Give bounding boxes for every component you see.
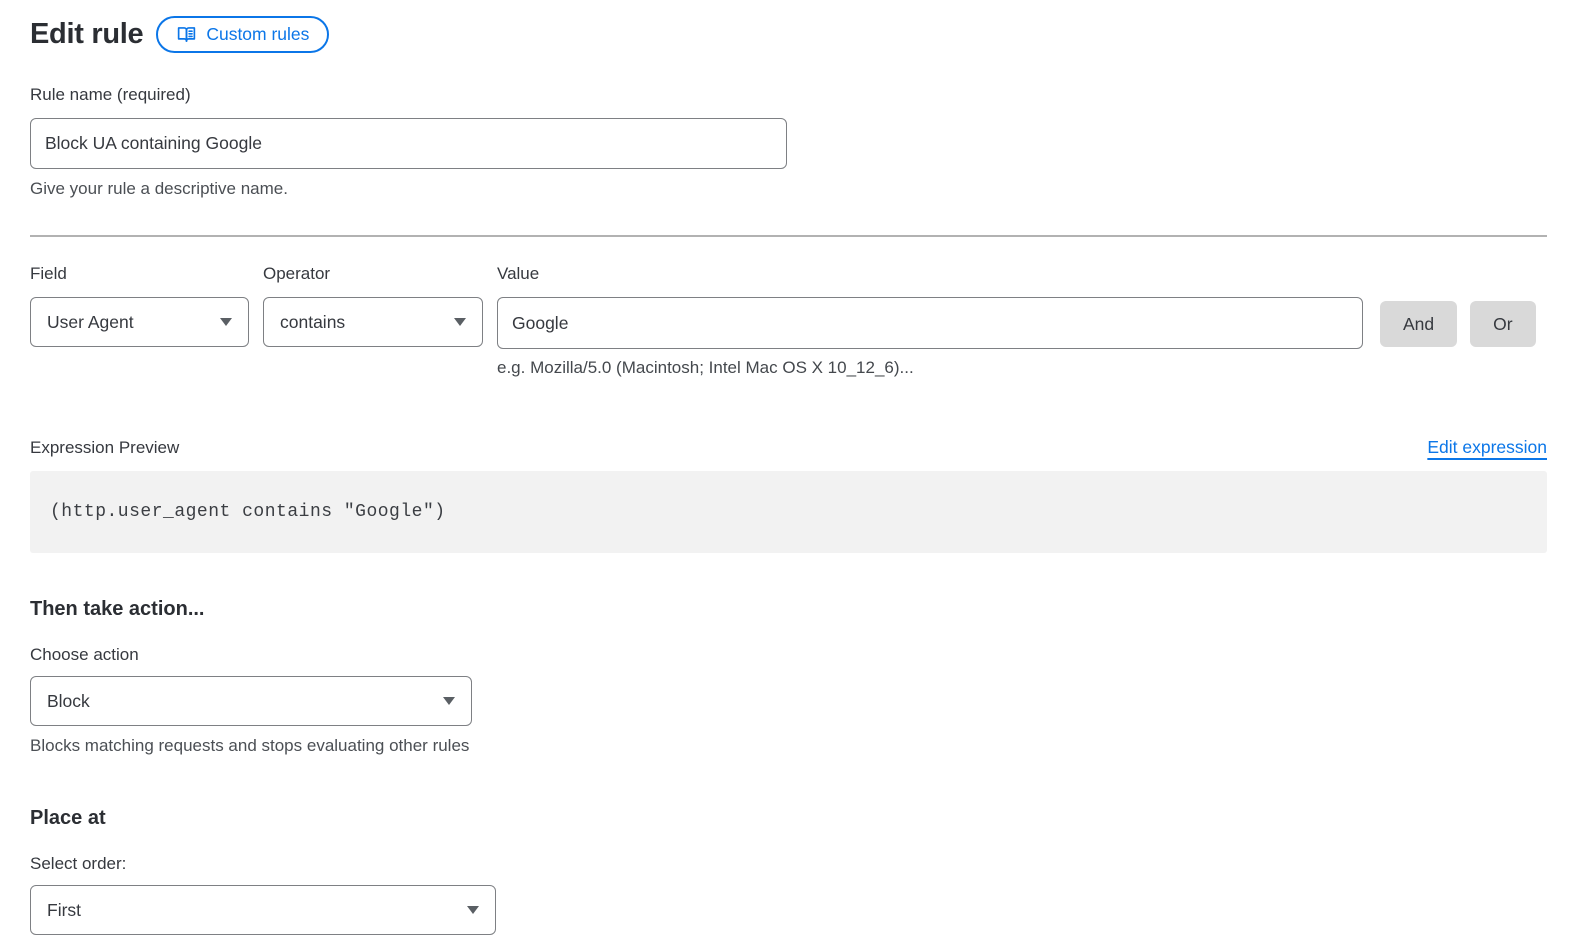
- chevron-down-icon: [467, 906, 479, 914]
- rule-name-help: Give your rule a descriptive name.: [30, 179, 1547, 199]
- field-select-value: User Agent: [47, 312, 134, 333]
- order-select[interactable]: First: [30, 885, 496, 935]
- value-label: Value: [497, 264, 1363, 284]
- expression-preview-code: (http.user_agent contains "Google"): [50, 502, 446, 522]
- action-heading: Then take action...: [30, 598, 1547, 621]
- expression-preview-label: Expression Preview: [30, 438, 179, 458]
- andor-buttons: And Or: [1380, 264, 1536, 347]
- operator-select[interactable]: contains: [263, 297, 483, 347]
- place-at-heading: Place at: [30, 807, 1547, 830]
- page-header: Edit rule Custom rules: [30, 16, 1547, 53]
- rule-name-section: Rule name (required) Give your rule a de…: [30, 85, 1547, 199]
- value-help: e.g. Mozilla/5.0 (Macintosh; Intel Mac O…: [497, 358, 1547, 378]
- expression-header: Expression Preview Edit expression: [30, 437, 1547, 458]
- chevron-down-icon: [454, 318, 466, 326]
- custom-rules-button-label: Custom rules: [206, 24, 309, 45]
- book-open-icon: [176, 24, 197, 45]
- value-input[interactable]: [497, 297, 1363, 349]
- operator-label: Operator: [263, 264, 483, 284]
- field-column: Field User Agent: [30, 264, 249, 347]
- and-button[interactable]: And: [1380, 301, 1457, 347]
- operator-column: Operator contains: [263, 264, 483, 347]
- field-select[interactable]: User Agent: [30, 297, 249, 347]
- chevron-down-icon: [443, 697, 455, 705]
- edit-expression-link[interactable]: Edit expression: [1427, 437, 1547, 458]
- expression-preview-box: (http.user_agent contains "Google"): [30, 471, 1547, 553]
- condition-row: Field User Agent Operator contains Value…: [30, 264, 1547, 349]
- action-select[interactable]: Block: [30, 676, 472, 726]
- edit-rule-form: Edit rule Custom rules Rule name (requir…: [30, 16, 1547, 935]
- action-help: Blocks matching requests and stops evalu…: [30, 736, 1547, 756]
- action-select-value: Block: [47, 691, 90, 712]
- field-label: Field: [30, 264, 249, 284]
- rule-name-input[interactable]: [30, 118, 787, 169]
- choose-action-label: Choose action: [30, 645, 1547, 665]
- rule-name-label: Rule name (required): [30, 85, 1547, 105]
- value-column: Value: [497, 264, 1363, 349]
- operator-select-value: contains: [280, 312, 345, 333]
- page-title: Edit rule: [30, 18, 143, 51]
- custom-rules-button[interactable]: Custom rules: [156, 16, 329, 53]
- order-select-value: First: [47, 900, 81, 921]
- section-divider: [30, 235, 1547, 237]
- chevron-down-icon: [220, 318, 232, 326]
- select-order-label: Select order:: [30, 854, 1547, 874]
- or-button[interactable]: Or: [1470, 301, 1535, 347]
